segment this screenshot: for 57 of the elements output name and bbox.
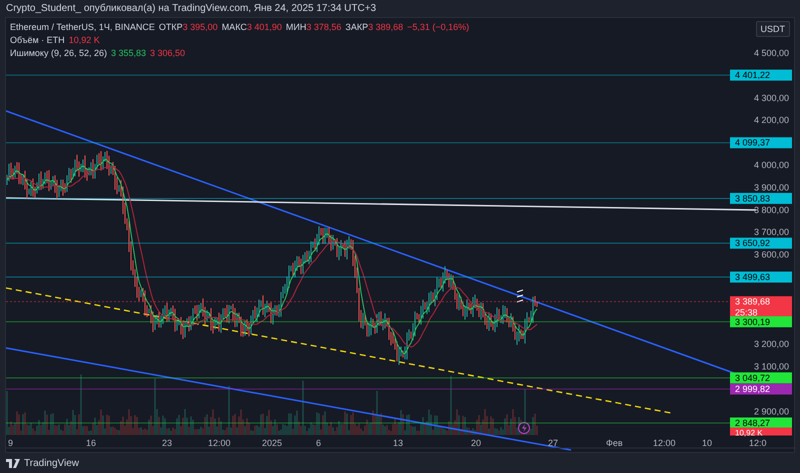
time-label: 12:00 bbox=[208, 438, 231, 448]
symbol-label: Ethereum / TetherUS, 1Ч, BINANCE bbox=[10, 22, 155, 32]
price-badge-label: 3 300,19 bbox=[735, 316, 770, 327]
time-label: 13 bbox=[393, 438, 404, 448]
lightning-icon bbox=[518, 422, 530, 434]
time-label: 23 bbox=[162, 438, 172, 448]
price-badge-label: 4 099,37 bbox=[735, 138, 770, 148]
price-badge-label: 4 401,22 bbox=[735, 70, 770, 80]
time-label: 12:00 bbox=[653, 438, 676, 448]
ohlc-value: 3 401,90 bbox=[246, 22, 282, 32]
price-badge-label: 2 848,27 bbox=[735, 418, 770, 428]
ohlc-value: 3 389,68 bbox=[368, 22, 404, 32]
time-label: 20 bbox=[471, 438, 482, 448]
time-label: 6 bbox=[316, 438, 322, 448]
indicator-value: 3 355,83 bbox=[110, 48, 146, 58]
price-tick: 3 900,00 bbox=[754, 182, 789, 192]
price-tick: 4 500,00 bbox=[754, 48, 789, 58]
price-badge-label: 3 650,92 bbox=[735, 238, 770, 248]
price-tick: 4 300,00 bbox=[754, 92, 789, 103]
price-tick: 3 700,00 bbox=[754, 227, 789, 238]
price-tick: 3 100,00 bbox=[754, 362, 789, 372]
time-label: 10 bbox=[702, 438, 712, 448]
price-tick: 4 200,00 bbox=[754, 115, 789, 126]
price-tick: 2 900,00 bbox=[754, 406, 789, 416]
marker-icon bbox=[516, 290, 524, 302]
price-tick: 3 200,00 bbox=[754, 339, 789, 350]
time-label: 2025 bbox=[262, 438, 282, 448]
price-badge-label: 3 850,83 bbox=[735, 193, 770, 204]
indicator-label: Ишимоку (9, 26, 52, 26) bbox=[10, 48, 107, 58]
brand-name: TradingView bbox=[24, 458, 80, 468]
time-label: Фев bbox=[606, 438, 623, 448]
price-badge-label: 3 389,68 bbox=[735, 296, 770, 307]
ohlc-label: ЗАКР bbox=[345, 22, 368, 32]
logo-icon bbox=[6, 458, 20, 468]
currency-button[interactable]: USDT bbox=[756, 21, 790, 37]
ohlc-label: МАКС bbox=[222, 22, 247, 32]
volume-label: Объём · ETH bbox=[10, 35, 65, 45]
ohlc-value: 3 378,56 bbox=[306, 22, 342, 32]
publish-info: Crypto_Student_ опубликовал(а) на TradingView.com, Янв 24, 2025 17:34 UTC+3 bbox=[6, 3, 376, 14]
countdown-label: 25:38 bbox=[735, 308, 758, 318]
ohlc-label: МИН bbox=[286, 22, 306, 32]
time-label: 27 bbox=[548, 438, 558, 448]
time-label: 9 bbox=[8, 438, 14, 448]
volume-value: 10,92 K bbox=[68, 35, 100, 45]
time-label: 16 bbox=[86, 438, 96, 448]
price-tick: 3 600,00 bbox=[754, 250, 789, 260]
price-tick: 3 800,00 bbox=[754, 204, 789, 215]
time-label: 12:0 bbox=[749, 438, 767, 448]
indicator-value: 3 306,50 bbox=[150, 48, 186, 58]
price-badge-label: 3 499,63 bbox=[735, 272, 770, 282]
price-tick: 4 000,00 bbox=[754, 160, 789, 170]
price-badge-label: 3 049,72 bbox=[735, 372, 770, 383]
price-badge-label: 2 999,82 bbox=[735, 384, 770, 394]
change-value: −5,31 (−0,16%) bbox=[407, 22, 470, 32]
ohlc-label: ОТКР bbox=[158, 22, 183, 32]
ohlc-value: 3 395,00 bbox=[182, 22, 218, 32]
price-badge-label: 10,92 K bbox=[735, 428, 763, 438]
